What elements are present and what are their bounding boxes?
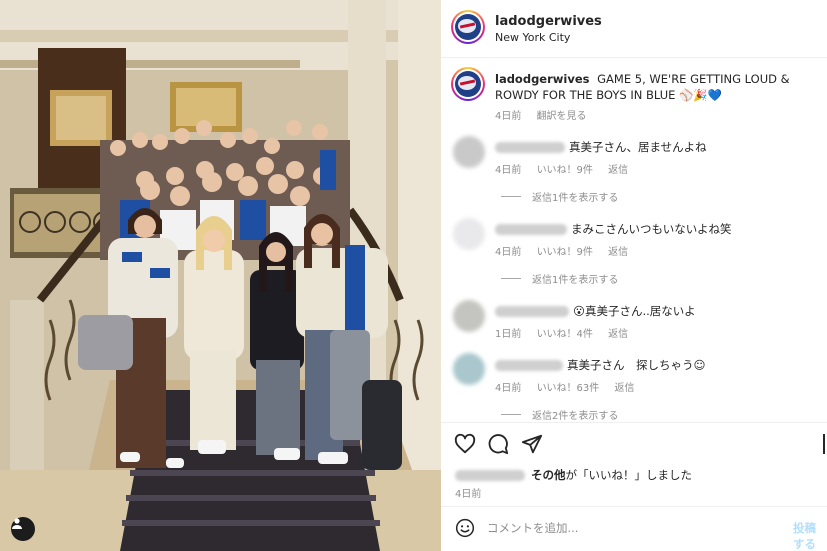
comment-icon[interactable]: [487, 433, 509, 455]
comment-likes[interactable]: いいね！9件: [537, 247, 593, 258]
comment-avatar[interactable]: [453, 136, 485, 168]
emoji-icon[interactable]: [455, 518, 475, 538]
comment-meta: 4日前 いいね！9件 返信: [495, 243, 640, 258]
comment-item: まみこさんいつもいないよね笑: [495, 221, 732, 237]
comment-text: 真美子さん 探しちゃう☺: [567, 358, 706, 372]
comment-meta: 4日前 いいね！63件 返信: [495, 379, 646, 394]
post-caption: ladodgerwives GAME 5, WE'RE GETTING LOUD…: [495, 71, 813, 103]
comment-avatar[interactable]: [453, 218, 485, 250]
comment-input[interactable]: [487, 516, 737, 540]
replies-dash: [501, 278, 521, 279]
heart-icon[interactable]: [454, 433, 476, 455]
likes-others-link[interactable]: その他: [531, 468, 566, 482]
comment-username-blurred[interactable]: [495, 306, 569, 317]
likes-text: が「いいね！」しました: [565, 468, 693, 482]
comment-avatar[interactable]: [453, 353, 485, 385]
view-replies-label: 返信2件を表示する: [532, 411, 619, 422]
comment-username-blurred[interactable]: [495, 360, 563, 371]
caption-avatar[interactable]: [451, 67, 485, 101]
comment-text: 真美子さん、居ませんよね: [569, 140, 707, 154]
view-replies-label: 返信1件を表示する: [532, 275, 619, 286]
comment-meta: 4日前 いいね！9件 返信: [495, 161, 640, 176]
comment-username-blurred[interactable]: [495, 224, 567, 235]
tagged-user-icon[interactable]: [11, 517, 35, 541]
view-replies-button[interactable]: 返信1件を表示する: [501, 271, 618, 286]
post-comment-button[interactable]: 投稿する: [793, 520, 827, 551]
translate-link[interactable]: 翻訳を見る: [537, 111, 587, 122]
comment-meta: 1日前 いいね！4件 返信: [495, 325, 640, 340]
caption-meta: 4日前 翻訳を見る: [495, 107, 599, 122]
post-date[interactable]: 4日前: [455, 485, 481, 500]
group-photo-image: [0, 0, 441, 551]
header-divider: [441, 57, 827, 58]
comment-text: まみこさんいつもいないよね笑: [571, 222, 732, 236]
view-replies-label: 返信1件を表示する: [532, 193, 619, 204]
view-replies-button[interactable]: 返信1件を表示する: [501, 189, 618, 204]
comment-time[interactable]: 4日前: [495, 383, 521, 394]
comment-reply-button[interactable]: 返信: [608, 165, 628, 176]
caption-username[interactable]: ladodgerwives: [495, 72, 589, 86]
comment-likes[interactable]: いいね！4件: [537, 329, 593, 340]
comment-item: 真美子さん 探しちゃう☺: [495, 357, 706, 373]
caption-time[interactable]: 4日前: [495, 111, 521, 122]
comment-avatar[interactable]: [453, 300, 485, 332]
comment-time[interactable]: 4日前: [495, 247, 521, 258]
comment-likes[interactable]: いいね！63件: [537, 383, 600, 394]
replies-dash: [501, 196, 521, 197]
comment-item: 真美子さん、居ませんよね: [495, 139, 707, 155]
comment-reply-button[interactable]: 返信: [608, 247, 628, 258]
comment-likes[interactable]: いいね！9件: [537, 165, 593, 176]
view-replies-button[interactable]: 返信2件を表示する: [501, 407, 618, 422]
comment-text: 😮真美子さん..居ないよ: [573, 304, 696, 318]
actions-divider: [441, 422, 827, 423]
comment-reply-button[interactable]: 返信: [608, 329, 628, 340]
comment-reply-button[interactable]: 返信: [614, 383, 634, 394]
replies-dash: [501, 414, 521, 415]
bookmark-icon[interactable]: [823, 434, 827, 454]
share-icon[interactable]: [521, 433, 543, 455]
comment-time[interactable]: 1日前: [495, 329, 521, 340]
comment-username-blurred[interactable]: [495, 142, 565, 153]
comment-time[interactable]: 4日前: [495, 165, 521, 176]
liker-username-blurred[interactable]: [455, 470, 525, 481]
post-photo[interactable]: [0, 0, 441, 551]
header-username[interactable]: ladodgerwives: [495, 14, 602, 29]
post-side-panel: ladodgerwives New York City ladodgerwive…: [441, 0, 827, 551]
comment-box-divider: [441, 506, 827, 507]
location-link[interactable]: New York City: [495, 31, 570, 44]
profile-avatar[interactable]: [451, 10, 485, 44]
comment-item: 😮真美子さん..居ないよ: [495, 303, 696, 319]
likes-summary: その他が「いいね！」しました: [455, 467, 692, 483]
